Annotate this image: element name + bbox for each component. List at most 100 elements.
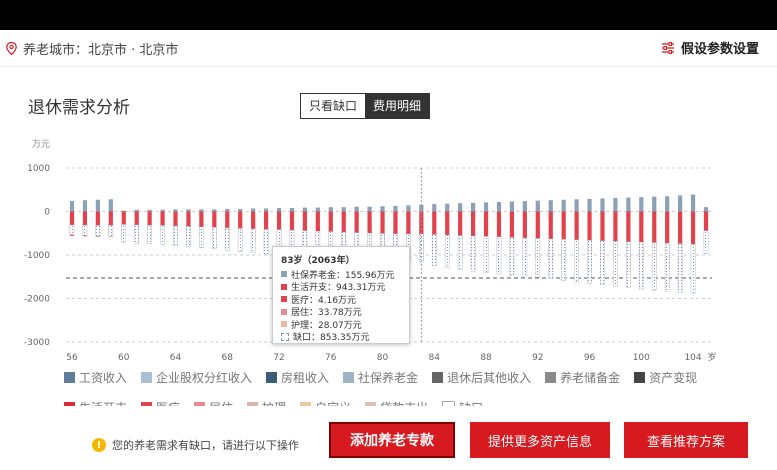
legend-item[interactable]: 护理 <box>247 400 286 406</box>
legend-swatch <box>141 401 153 406</box>
view-recommended-plan-button[interactable]: 查看推荐方案 <box>624 422 748 458</box>
legend-label: 贷款支出 <box>380 399 428 407</box>
bar-pension <box>600 198 605 212</box>
bar-gap <box>444 234 450 269</box>
action-bar: ! 您的养老需求有缺口，请进行以下操作 添加养老专款 提供更多资产信息 查看推荐… <box>0 408 777 470</box>
bar-pension <box>652 196 657 212</box>
warning-icon: ! <box>92 438 106 452</box>
legend-label: 医疗 <box>156 399 180 407</box>
x-tick-label: 72 <box>273 353 284 363</box>
bar-pension <box>289 208 295 212</box>
bar-pension <box>678 195 683 212</box>
bar-pension <box>341 207 346 212</box>
tooltip-row: 生活开支：943.31万元 <box>281 281 401 293</box>
bar-gap <box>431 234 437 267</box>
legend-item[interactable]: 房租收入 <box>266 370 330 385</box>
bar-pension <box>108 199 113 212</box>
bar-pension <box>561 199 566 212</box>
legend-swatch <box>194 401 206 406</box>
bar-pension <box>626 197 631 212</box>
bar-pension <box>212 209 217 212</box>
x-tick-label: 88 <box>480 353 492 363</box>
bar-pension <box>367 206 372 212</box>
tooltip-row: 缺口：853.35万元 <box>281 331 401 343</box>
x-unit-label: 岁 <box>707 351 716 363</box>
x-tick-label: 96 <box>584 353 596 363</box>
y-tick-label: 0 <box>44 208 50 218</box>
location-pin-icon <box>6 42 17 55</box>
legend-label: 企业股权分红收入 <box>156 370 253 385</box>
bar-pension <box>406 205 411 212</box>
legend-item[interactable]: 工资收入 <box>64 370 128 385</box>
legend-item[interactable]: 居住 <box>194 400 233 406</box>
legend-item[interactable]: 社保养老金 <box>343 370 419 385</box>
bar-gap <box>121 224 127 243</box>
legend-label: 房租收入 <box>281 370 330 385</box>
bar-gap <box>664 242 670 292</box>
bar-pension <box>328 207 333 212</box>
bar-pension <box>535 200 540 212</box>
bar-gap <box>548 238 554 279</box>
bar-pension <box>587 198 592 212</box>
bar-pension <box>315 207 320 212</box>
tooltip-row-label: 医疗：4.16万元 <box>291 295 357 306</box>
bar-gap <box>160 225 165 245</box>
legend-item[interactable]: 缺口 <box>442 400 483 406</box>
tab-cost-detail[interactable]: 费用明细 <box>365 94 430 118</box>
bar-gap <box>613 240 618 287</box>
bar-gap <box>522 237 528 277</box>
legend-label: 工资收入 <box>79 370 128 385</box>
bar-pension <box>471 202 476 212</box>
provide-more-assets-button[interactable]: 提供更多资产信息 <box>470 422 610 458</box>
legend-item[interactable]: 贷款支出 <box>365 400 428 406</box>
x-tick-label: 56 <box>66 353 78 363</box>
add-pension-fund-button[interactable]: 添加养老专款 <box>329 422 455 458</box>
location-selector[interactable]: 养老城市：北京市 · 北京市 <box>6 39 178 58</box>
legend-label: 社保养老金 <box>358 370 419 385</box>
bar-gap <box>703 230 709 254</box>
legend-swatch <box>64 401 75 406</box>
bar-pension <box>690 194 696 212</box>
bar-pension <box>432 204 437 212</box>
bar-pension <box>458 203 463 212</box>
bar-pension <box>496 201 502 212</box>
assumption-settings-button[interactable]: 假设参数设置 <box>661 38 759 57</box>
bar-gap <box>186 226 191 247</box>
bar-gap <box>237 227 243 253</box>
bar-pension <box>147 209 152 212</box>
legend-swatch <box>432 371 444 383</box>
bar-pension <box>380 206 385 212</box>
tooltip-row: 居住：33.78万元 <box>281 306 401 318</box>
bar-gap <box>198 226 204 248</box>
legend-item[interactable]: 医疗 <box>141 400 180 406</box>
top-bar <box>0 0 777 30</box>
bar-pension <box>199 209 204 212</box>
bar-pension <box>548 200 553 212</box>
bar-pension <box>186 209 191 212</box>
bar-gap <box>108 225 114 237</box>
chart-tooltip: 83岁（2063年） 社保养老金：155.96万元 生活开支：943.31万元 医疗… <box>272 246 410 344</box>
x-tick-label: 60 <box>118 353 130 363</box>
legend-item[interactable]: 养老储备金 <box>545 370 620 385</box>
legend-swatch <box>634 371 646 383</box>
tab-gap-only[interactable]: 只看缺口 <box>301 94 365 118</box>
legend-item[interactable]: 退休后其他收入 <box>432 370 531 385</box>
legend-item[interactable]: 自定义 <box>300 400 351 406</box>
bar-pension <box>225 208 230 212</box>
panel-title: 退休需求分析 <box>28 98 130 118</box>
bar-gap <box>211 226 217 250</box>
legend-item[interactable]: 资产变现 <box>634 370 697 385</box>
bar-gap <box>457 235 463 270</box>
y-tick-label: -1000 <box>24 251 50 261</box>
bar-pension <box>639 197 644 212</box>
bar-gap <box>587 239 592 284</box>
bar-gap <box>690 243 696 294</box>
bar-gap <box>561 238 567 281</box>
legend-label: 护理 <box>262 399 286 407</box>
legend-item[interactable]: 企业股权分红收入 <box>141 370 253 385</box>
gap-warning: ! 您的养老需求有缺口，请进行以下操作 <box>92 437 299 453</box>
legend-swatch <box>266 371 278 383</box>
bar-gap <box>677 243 683 293</box>
y-tick-label: 1000 <box>27 164 50 174</box>
legend-item[interactable]: 生活开支 <box>64 400 127 406</box>
